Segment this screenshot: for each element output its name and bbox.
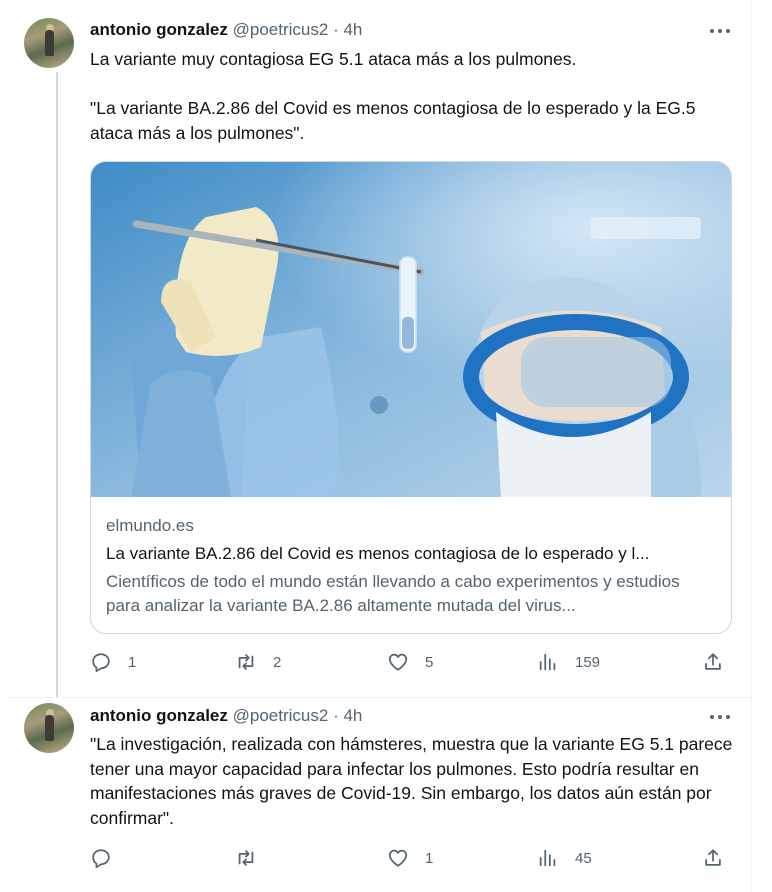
tweet-header: antonio gonzalez @poetricus2 · 4h bbox=[90, 705, 362, 727]
views-count: 159 bbox=[575, 653, 601, 671]
views-count: 45 bbox=[575, 849, 592, 867]
like-button[interactable]: 5 bbox=[387, 650, 433, 674]
link-card[interactable]: elmundo.es La variante BA.2.86 del Covid… bbox=[90, 161, 732, 634]
author-name[interactable]: antonio gonzalez bbox=[90, 20, 228, 39]
frame-left-edge bbox=[0, 0, 8, 892]
like-count: 1 bbox=[425, 849, 434, 867]
avatar-figure bbox=[45, 715, 54, 741]
thread-line bbox=[56, 72, 58, 697]
tweet-actions: 1 45 bbox=[90, 846, 740, 870]
tweet-actions: 1 2 5 159 bbox=[90, 650, 740, 674]
heart-icon bbox=[388, 653, 408, 671]
timestamp[interactable]: 4h bbox=[343, 20, 362, 39]
share-button[interactable] bbox=[702, 846, 724, 870]
share-icon bbox=[705, 849, 721, 866]
reply-button[interactable] bbox=[90, 846, 128, 870]
tweet-2[interactable]: antonio gonzalez @poetricus2 · 4h "La in… bbox=[8, 698, 752, 892]
card-title[interactable]: La variante BA.2.86 del Covid es menos c… bbox=[106, 542, 718, 566]
views-button[interactable]: 45 bbox=[537, 846, 592, 870]
tweet-header: antonio gonzalez @poetricus2 · 4h bbox=[90, 19, 362, 41]
card-meta: elmundo.es La variante BA.2.86 del Covid… bbox=[106, 514, 718, 618]
more-icon[interactable] bbox=[710, 713, 732, 721]
separator-dot: · bbox=[333, 20, 339, 39]
reply-count: 1 bbox=[128, 653, 137, 671]
card-image bbox=[91, 162, 731, 497]
repost-icon bbox=[238, 654, 254, 670]
avatar[interactable] bbox=[24, 18, 74, 68]
timestamp[interactable]: 4h bbox=[343, 706, 362, 725]
like-button[interactable]: 1 bbox=[387, 846, 433, 870]
reply-icon bbox=[92, 849, 110, 868]
repost-button[interactable]: 2 bbox=[235, 650, 281, 674]
avatar-figure bbox=[45, 30, 54, 56]
share-icon bbox=[705, 653, 721, 670]
reply-button[interactable]: 1 bbox=[90, 650, 136, 674]
tweet-text: La variante muy contagiosa EG 5.1 ataca … bbox=[90, 49, 696, 143]
views-icon bbox=[539, 653, 556, 671]
share-button[interactable] bbox=[702, 650, 724, 674]
separator-dot: · bbox=[333, 706, 339, 725]
card-description: Científicos de todo el mundo están lleva… bbox=[106, 572, 680, 615]
avatar[interactable] bbox=[24, 703, 74, 753]
reply-icon bbox=[92, 653, 110, 672]
repost-button[interactable] bbox=[235, 846, 273, 870]
author-handle[interactable]: @poetricus2 bbox=[233, 20, 329, 39]
tweet-1[interactable]: antonio gonzalez @poetricus2 · 4h La var… bbox=[8, 0, 752, 700]
author-handle[interactable]: @poetricus2 bbox=[233, 706, 329, 725]
views-icon bbox=[539, 849, 556, 867]
more-icon[interactable] bbox=[710, 27, 732, 35]
frame-right-edge bbox=[751, 0, 772, 892]
tweet-text: "La investigación, realizada con hámster… bbox=[90, 734, 738, 828]
repost-count: 2 bbox=[273, 653, 282, 671]
heart-icon bbox=[388, 849, 408, 867]
like-count: 5 bbox=[425, 653, 434, 671]
author-name[interactable]: antonio gonzalez bbox=[90, 706, 228, 725]
card-domain[interactable]: elmundo.es bbox=[106, 514, 718, 538]
repost-icon bbox=[238, 850, 254, 866]
views-button[interactable]: 159 bbox=[537, 650, 600, 674]
